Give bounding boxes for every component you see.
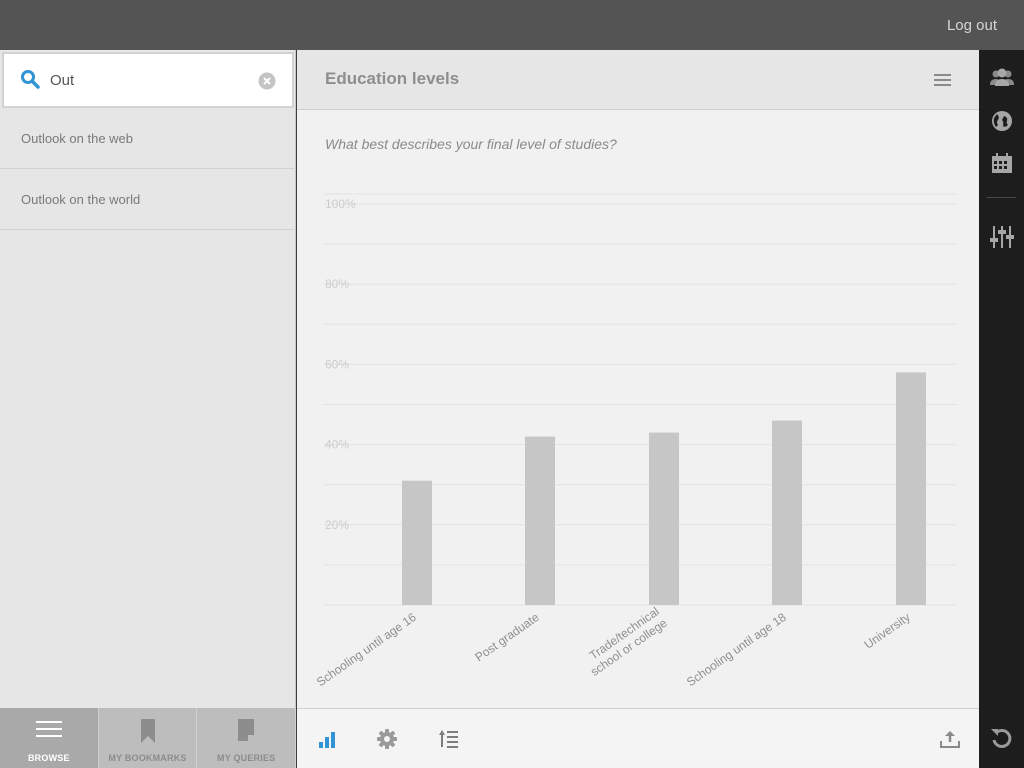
main-footer bbox=[297, 708, 979, 768]
main-header: Education levels bbox=[297, 50, 979, 110]
x-tick-label-line: Schooling until age 18 bbox=[684, 610, 789, 689]
bar[interactable] bbox=[772, 420, 802, 605]
top-bar: Log out bbox=[0, 0, 1024, 50]
calendar-icon[interactable] bbox=[989, 151, 1015, 177]
undo-icon[interactable] bbox=[989, 725, 1015, 751]
search-result-item[interactable]: Outlook on the world bbox=[0, 170, 296, 230]
bar-chart: 20% 40% 60% 80% 100% Schooling until age 16 P… bbox=[314, 193, 956, 689]
logout-link[interactable]: Log out bbox=[947, 17, 997, 34]
x-tick-label-line: Schooling until age 16 bbox=[314, 610, 419, 689]
people-icon[interactable] bbox=[989, 65, 1015, 91]
nav-my-queries-label: MY QUERIES bbox=[217, 753, 276, 763]
x-tick-label: Trade/technicalschool or college bbox=[587, 604, 670, 679]
page-title: Education levels bbox=[325, 69, 460, 88]
y-tick-label: 80% bbox=[325, 277, 349, 291]
right-rail bbox=[979, 50, 1024, 768]
x-tick-label-line: Post graduate bbox=[472, 610, 542, 665]
sliders-icon[interactable] bbox=[989, 224, 1015, 250]
y-tick-label: 60% bbox=[325, 357, 349, 371]
x-tick-label-line: University bbox=[862, 610, 913, 652]
x-tick-label: Post graduate bbox=[472, 610, 542, 665]
bar[interactable] bbox=[525, 436, 555, 605]
survey-question: What best describes your final level of … bbox=[325, 136, 617, 152]
y-tick-label: 20% bbox=[325, 518, 349, 532]
bar[interactable] bbox=[896, 372, 926, 605]
bottom-nav: BROWSE MY BOOKMARKS MY QUERIES bbox=[0, 708, 297, 768]
search-result-item[interactable]: Outlook on the web bbox=[0, 109, 296, 169]
y-tick-label: 100% bbox=[325, 197, 356, 211]
nav-my-queries[interactable]: MY QUERIES bbox=[197, 708, 297, 768]
nav-browse-label: BROWSE bbox=[27, 753, 70, 763]
menu-icon[interactable] bbox=[934, 73, 951, 87]
left-panel: Outlook on the web Outlook on the world … bbox=[0, 50, 297, 768]
bar-chart-icon[interactable] bbox=[317, 728, 339, 750]
bar[interactable] bbox=[402, 480, 432, 605]
document-icon bbox=[238, 719, 255, 741]
export-icon[interactable] bbox=[939, 728, 961, 750]
y-tick-label: 40% bbox=[325, 438, 349, 452]
nav-browse[interactable]: BROWSE bbox=[0, 708, 99, 768]
bookmark-icon bbox=[140, 719, 155, 743]
nav-my-bookmarks[interactable]: MY BOOKMARKS bbox=[98, 708, 198, 768]
nav-my-bookmarks-label: MY BOOKMARKS bbox=[108, 753, 187, 763]
clear-search-icon[interactable] bbox=[258, 72, 276, 90]
sort-icon[interactable] bbox=[438, 728, 460, 750]
globe-icon[interactable] bbox=[989, 108, 1015, 134]
x-tick-label: University bbox=[862, 610, 913, 652]
search-icon bbox=[21, 70, 40, 89]
list-icon bbox=[35, 721, 62, 737]
main-panel: Education levels What best describes you… bbox=[297, 50, 979, 768]
search-input[interactable] bbox=[50, 68, 250, 92]
x-tick-label: Schooling until age 16 bbox=[314, 610, 419, 689]
search-box bbox=[2, 52, 294, 108]
gear-icon[interactable] bbox=[376, 728, 398, 750]
rail-divider bbox=[987, 197, 1016, 198]
x-tick-label: Schooling until age 18 bbox=[684, 610, 789, 689]
bar[interactable] bbox=[649, 432, 679, 605]
